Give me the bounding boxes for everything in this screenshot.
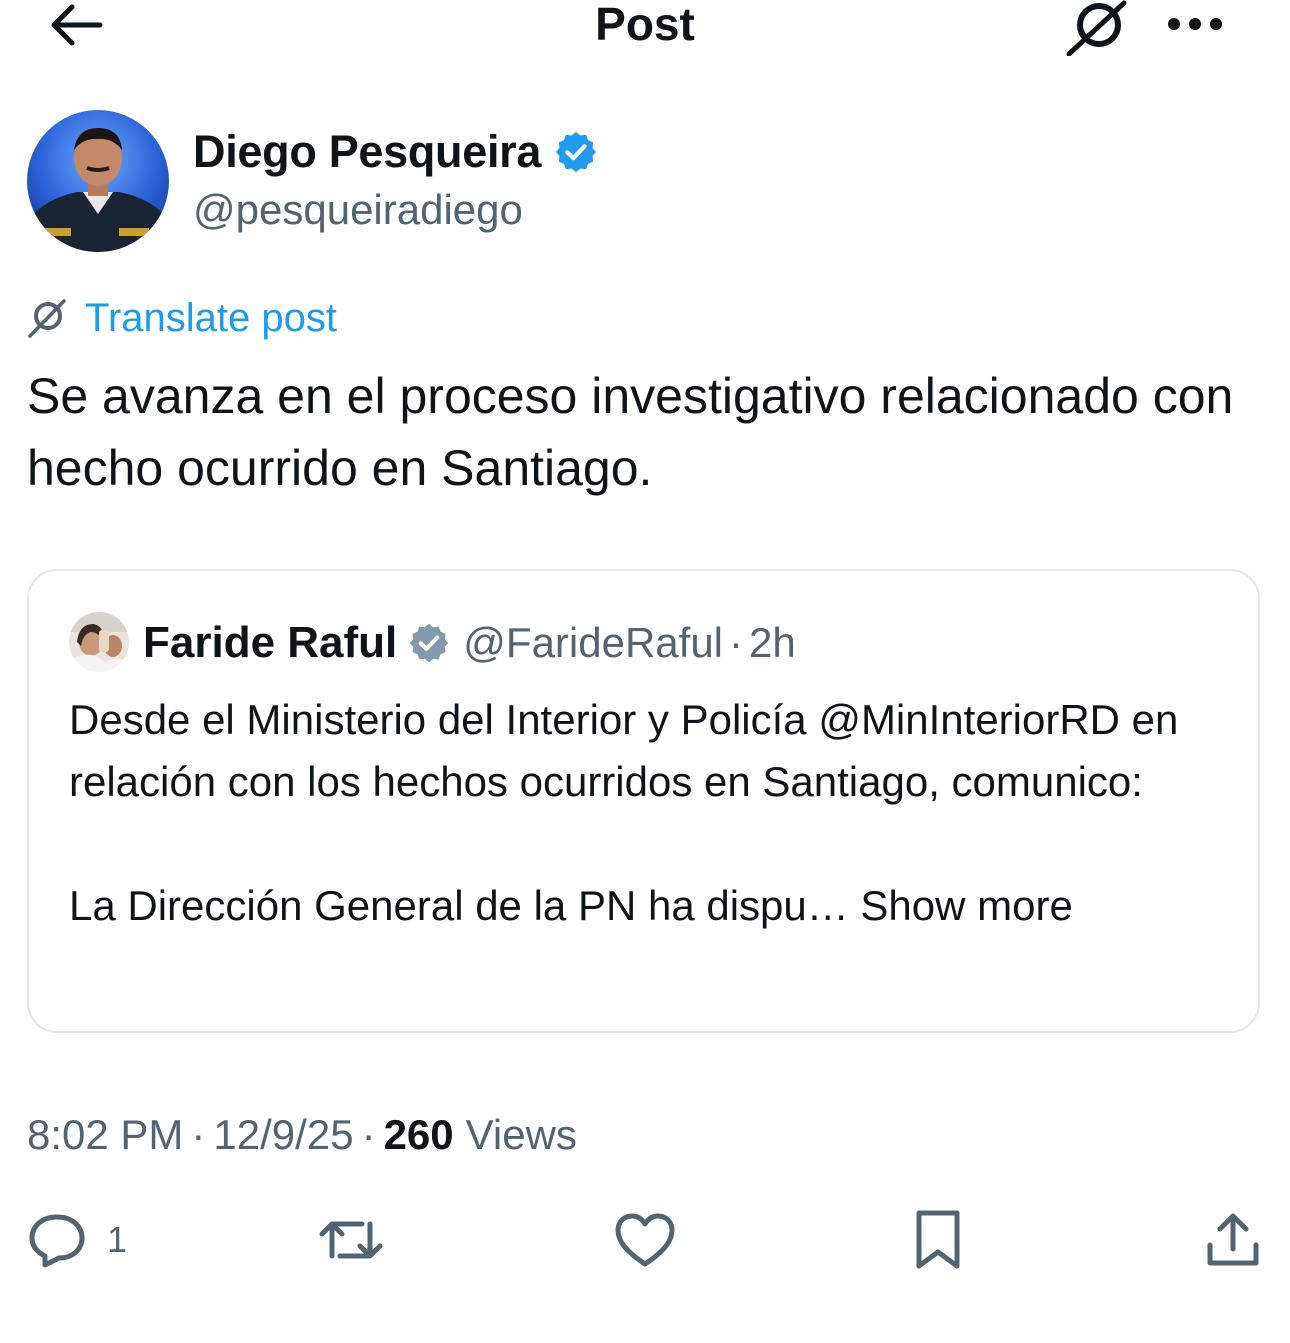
separator-dot: · <box>729 619 744 666</box>
separator-dot: · <box>361 1111 376 1158</box>
top-bar: Post <box>0 0 1290 60</box>
views-count[interactable]: 260 <box>384 1111 454 1159</box>
quoted-author-avatar[interactable] <box>69 612 129 672</box>
verified-badge-icon <box>407 621 451 665</box>
post-text: Se avanza en el proceso investigativo re… <box>27 368 1234 496</box>
show-more-link[interactable]: Show more <box>860 882 1072 929</box>
reply-button[interactable]: 1 <box>27 1208 127 1272</box>
reply-count: 1 <box>107 1219 128 1260</box>
quoted-post-header: Faride Raful @FarideRaful · 2h <box>143 615 796 671</box>
avatar-image <box>69 612 129 672</box>
quoted-post-excerpt: La Dirección General de la PN ha dispu… <box>69 882 849 929</box>
author-name: Diego Pesqueira <box>193 126 542 177</box>
share-icon <box>1207 1213 1259 1266</box>
bookmark-icon <box>916 1210 960 1269</box>
post-date: 12/9/25 <box>213 1111 354 1158</box>
repost-button[interactable] <box>316 1208 386 1272</box>
verified-badge-icon <box>553 129 599 175</box>
author-handle[interactable]: @pesqueiradiego <box>193 186 523 234</box>
quoted-author-handle[interactable]: @FarideRaful <box>463 619 723 667</box>
quoted-author-name[interactable]: Faride Raful <box>143 618 397 668</box>
quoted-post-text: Desde el Ministerio del Interior y Polic… <box>69 689 1229 937</box>
like-icon <box>615 1213 675 1267</box>
quoted-post-paragraph: Desde el Ministerio del Interior y Polic… <box>69 696 1179 805</box>
repost-icon <box>319 1221 383 1259</box>
translate-post-link[interactable]: Translate post <box>27 294 337 342</box>
translate-icon <box>28 299 66 338</box>
translate-post-label: Translate post <box>85 295 337 340</box>
quoted-post-time: 2h <box>749 619 796 666</box>
author-name-row[interactable]: Diego Pesqueira <box>193 124 599 180</box>
reply-icon <box>29 1214 85 1268</box>
quoted-post-paragraph: La Dirección General de la PN ha dispu… … <box>69 875 1229 937</box>
more-options-button[interactable] <box>1160 2 1230 46</box>
author-avatar[interactable] <box>27 110 169 252</box>
share-button[interactable] <box>1204 1208 1262 1272</box>
separator-dot: · <box>191 1111 206 1158</box>
post-time: 8:02 PM <box>27 1111 184 1158</box>
action-bar: 1 <box>0 1200 1290 1280</box>
quoted-post-card[interactable]: Faride Raful @FarideRaful · 2h Desde el … <box>27 569 1260 1033</box>
avatar-image <box>27 110 169 252</box>
more-horizontal-icon <box>1168 18 1222 30</box>
post-meta: 8:02 PM · 12/9/25 · 260 Views <box>27 1108 577 1162</box>
bookmark-button[interactable] <box>910 1208 966 1272</box>
like-button[interactable] <box>614 1208 676 1272</box>
translate-icon <box>1066 0 1127 56</box>
views-label: Views <box>465 1111 577 1158</box>
translate-button[interactable] <box>1062 0 1132 56</box>
